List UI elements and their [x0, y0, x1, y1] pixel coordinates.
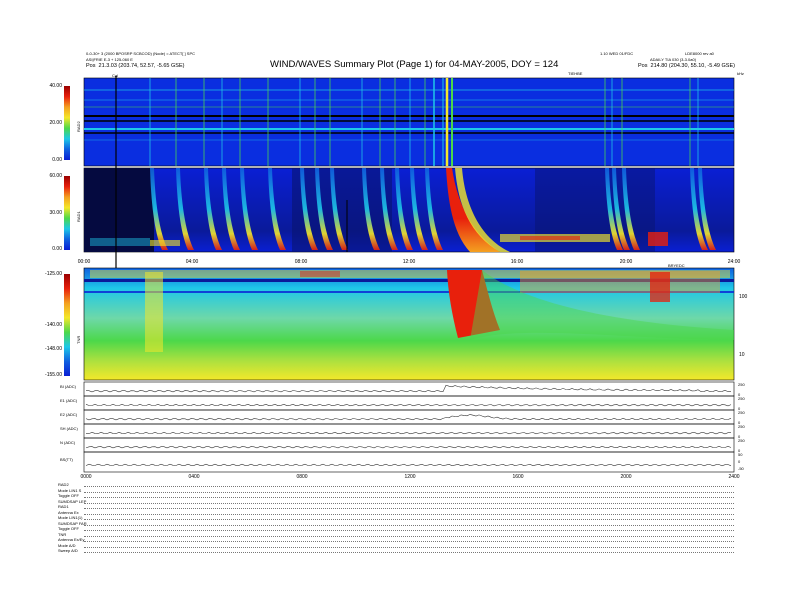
param-dotted-line — [84, 508, 734, 509]
line-panels — [83, 381, 735, 473]
line-trace — [85, 463, 732, 467]
x-tick-label: 12:00 — [402, 259, 416, 265]
line-panel-right: 250 — [738, 438, 745, 443]
x-tick-label: 24:00 — [727, 259, 741, 265]
line-panel-name: E2 (ADC) — [60, 412, 78, 417]
line-panel-right: 250 — [738, 424, 745, 429]
param-dotted-line — [84, 541, 734, 542]
param-dotted-line — [84, 497, 734, 498]
line-panel-frame — [83, 451, 735, 473]
x-tick-label: 16:00 — [510, 259, 524, 265]
line-trace — [85, 445, 732, 449]
x-tick-label: 20:00 — [619, 259, 633, 265]
x-tick-label: 0800 — [296, 474, 308, 480]
params-block: RAD2 Mode LIN1 S Toggle OFF SUMDSAP LEP … — [58, 482, 87, 554]
line-trace — [86, 384, 732, 393]
x-tick-label: 2400 — [728, 474, 740, 480]
param-line: Sweep A/D — [58, 548, 78, 553]
param-dotted-line — [84, 530, 734, 531]
line-panel-right: 0 — [738, 459, 741, 464]
line-trace — [85, 431, 731, 435]
param-dotted-line — [84, 552, 734, 553]
param-dotted-line — [84, 519, 734, 520]
line-panel-right: 250 — [738, 396, 745, 401]
param-dotted-line — [84, 486, 734, 487]
param-dotted-line — [84, 524, 734, 526]
line-panel-name: E1 (ADC) — [60, 398, 78, 403]
param-dotted-line — [84, 513, 734, 515]
line-panel-name: SH (ADC) — [60, 426, 78, 431]
line-trace — [85, 403, 732, 407]
line-panel-right: 250 — [738, 382, 745, 387]
line-panel-frame — [83, 395, 735, 411]
line-panel-right: 250 — [738, 410, 745, 415]
line-panel-frame — [83, 409, 735, 425]
param-dotted-line — [84, 535, 734, 537]
param-line: Antenna Ex/Ey — [58, 537, 85, 542]
x-tick-label: 04:00 — [185, 259, 199, 265]
x-tick-label: 2000 — [620, 474, 632, 480]
x-tick-label: 0000 — [80, 474, 92, 480]
x-tick-label: 1200 — [404, 474, 416, 480]
line-panel-frame — [83, 423, 735, 439]
line-panel-name: N (ADC) — [60, 440, 76, 445]
param-dotted-line — [84, 546, 734, 548]
param-dotted-line — [84, 502, 734, 504]
spectrogram-plot — [83, 76, 735, 473]
line-panel-right: 50 — [738, 452, 743, 457]
param-line: Mode LIN1(1) — [58, 515, 83, 520]
line-panel-frame — [83, 437, 735, 453]
param-dotted-line — [84, 491, 734, 493]
x-tick-label: 00:00 — [77, 259, 91, 265]
line-panel-frame — [83, 381, 735, 397]
line-panel-name: BS(TT) — [60, 457, 73, 462]
x-tick-label: 0400 — [188, 474, 200, 480]
line-panel-name: BI (ADC) — [60, 384, 76, 389]
x-tick-label: 08:00 — [294, 259, 308, 265]
line-panel-right: -50 — [738, 466, 744, 471]
x-tick-label: 1600 — [512, 474, 524, 480]
line-trace — [85, 414, 732, 421]
